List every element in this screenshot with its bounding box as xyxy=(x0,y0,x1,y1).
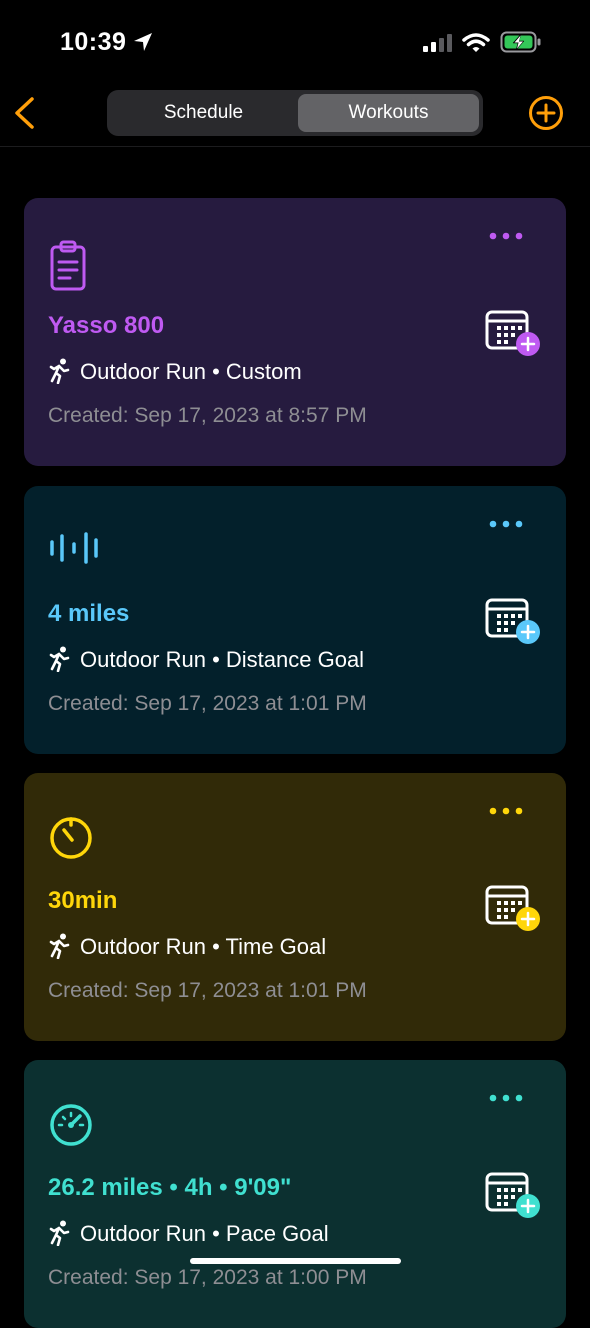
workout-card[interactable]: Yasso 800 Outdoor Run • Custom Created: … xyxy=(24,198,566,466)
workout-subtitle: Outdoor Run • Pace Goal xyxy=(48,1220,329,1247)
workout-card[interactable]: 4 miles Outdoor Run • Distance Goal Crea… xyxy=(24,486,566,754)
cellular-signal-icon xyxy=(423,34,452,52)
running-figure-icon xyxy=(49,358,70,385)
workout-type: Outdoor Run • Distance Goal xyxy=(80,647,365,672)
status-bar: 10:39 xyxy=(0,0,590,86)
workout-type: Outdoor Run • Pace Goal xyxy=(80,1221,329,1246)
battery-charging-icon xyxy=(500,31,541,53)
workout-subtitle: Outdoor Run • Distance Goal xyxy=(48,646,364,673)
more-options-icon[interactable] xyxy=(488,516,524,534)
segmented-control: Schedule Workouts xyxy=(107,90,483,136)
running-figure-icon xyxy=(49,646,70,673)
workout-subtitle: Outdoor Run • Custom xyxy=(48,358,302,385)
wifi-icon xyxy=(462,33,490,52)
workout-name: 30min xyxy=(48,887,118,914)
tab-workouts[interactable]: Workouts xyxy=(298,94,479,132)
nav-bar: Schedule Workouts xyxy=(0,86,590,147)
add-circle-icon[interactable] xyxy=(528,95,564,131)
speedometer-icon xyxy=(48,1102,94,1153)
chevron-left-icon[interactable] xyxy=(12,96,38,130)
more-options-icon[interactable] xyxy=(488,228,524,246)
running-figure-icon xyxy=(49,1220,70,1247)
created-date: Created: Sep 17, 2023 at 1:01 PM xyxy=(48,692,367,715)
calendar-add-icon[interactable] xyxy=(484,308,542,363)
location-arrow-icon xyxy=(134,33,152,51)
workout-card[interactable]: 30min Outdoor Run • Time Goal Created: S… xyxy=(24,773,566,1041)
created-date: Created: Sep 17, 2023 at 1:01 PM xyxy=(48,979,367,1002)
status-time: 10:39 xyxy=(60,28,127,56)
clipboard-icon xyxy=(48,240,88,297)
distance-icon xyxy=(48,528,100,573)
calendar-add-icon[interactable] xyxy=(484,596,542,651)
workout-subtitle: Outdoor Run • Time Goal xyxy=(48,933,326,960)
workout-name: Yasso 800 xyxy=(48,312,165,339)
workout-card[interactable]: 26.2 miles • 4h • 9'09" Outdoor Run • Pa… xyxy=(24,1060,566,1328)
calendar-add-icon[interactable] xyxy=(484,1170,542,1225)
workout-name: 4 miles xyxy=(48,600,130,627)
calendar-add-icon[interactable] xyxy=(484,883,542,938)
created-date: Created: Sep 17, 2023 at 1:00 PM xyxy=(48,1266,367,1289)
timer-icon xyxy=(48,815,94,866)
tab-schedule[interactable]: Schedule xyxy=(111,94,296,132)
workout-type: Outdoor Run • Custom xyxy=(80,359,302,384)
workout-name: 26.2 miles • 4h • 9'09" xyxy=(48,1174,292,1201)
home-indicator xyxy=(190,1258,401,1264)
running-figure-icon xyxy=(49,933,70,960)
created-date: Created: Sep 17, 2023 at 8:57 PM xyxy=(48,404,367,427)
more-options-icon[interactable] xyxy=(488,1090,524,1108)
more-options-icon[interactable] xyxy=(488,803,524,821)
workout-type: Outdoor Run • Time Goal xyxy=(80,934,327,959)
